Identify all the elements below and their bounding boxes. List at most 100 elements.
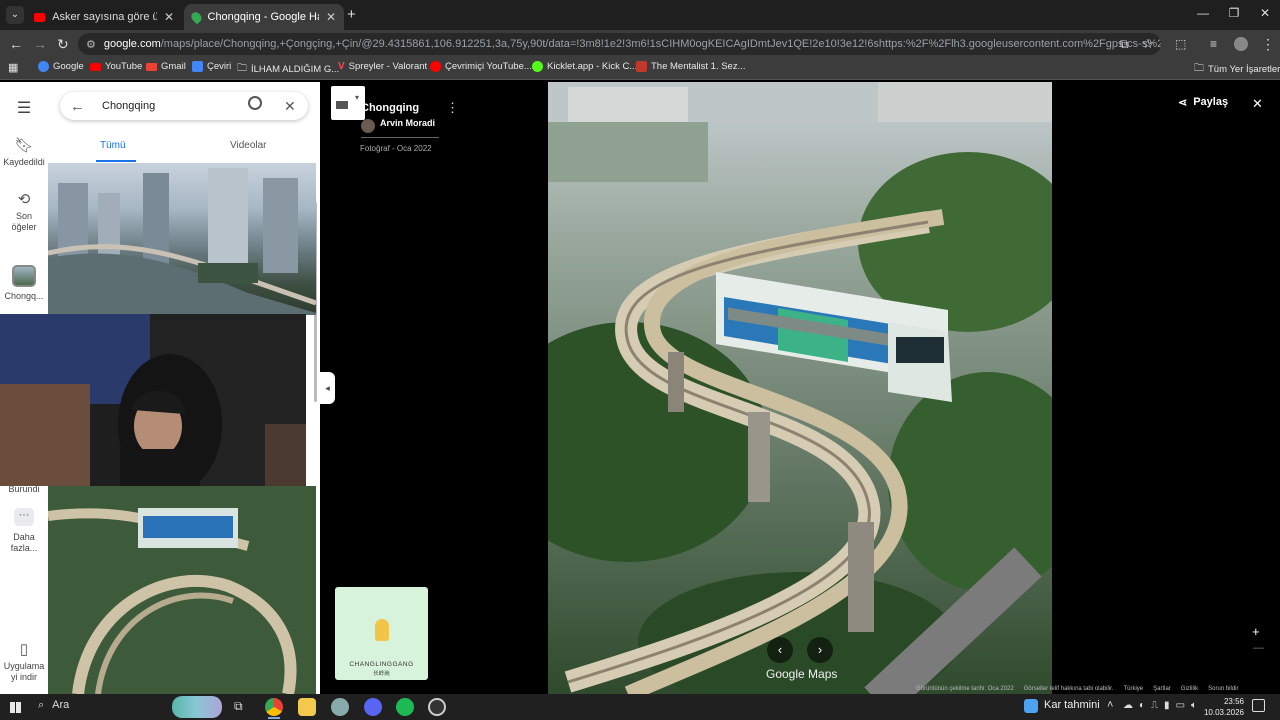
clear-icon[interactable]: ✕ [284, 98, 296, 115]
app-icon[interactable] [331, 698, 349, 716]
obs-icon[interactable] [428, 698, 446, 716]
rail-label: Daha fazla... [10, 532, 38, 553]
windows-start-icon[interactable] [10, 702, 21, 713]
tray-chevron-icon[interactable]: ˄ [1107, 699, 1113, 711]
webcam-scene [0, 314, 306, 486]
file-explorer-icon[interactable] [298, 698, 316, 716]
photo-thumbnail-monorail[interactable] [48, 486, 316, 694]
layer-icon [336, 101, 348, 109]
main-photo[interactable] [548, 82, 1052, 694]
install-app-icon[interactable]: ⧉ [1120, 37, 1129, 52]
url-path: /maps/place/Chongqing,+Çongçing,+Çin/@29… [160, 38, 1161, 50]
extensions-icon[interactable]: ⬚ [1175, 37, 1186, 51]
bookmark-translate[interactable]: Çeviri [192, 61, 231, 72]
tab-all[interactable]: Tümü [100, 140, 126, 151]
restore-icon[interactable]: ❐ [1219, 6, 1249, 20]
url-host: google.com [103, 38, 161, 50]
bookmark-youtube[interactable]: YouTube [90, 61, 142, 72]
zoom-out-button[interactable]: — [1253, 642, 1264, 654]
place-title[interactable]: Chongqing [361, 102, 419, 114]
footer-report[interactable]: Sorun bildir [1208, 686, 1238, 692]
place-thumbnail [12, 265, 36, 287]
rail-place-chongqing[interactable]: Chongq... [0, 265, 48, 301]
rail-recent[interactable]: ⟲ Son öğeler [0, 190, 48, 233]
more-dots-icon: ··· [14, 508, 34, 526]
forward-icon[interactable]: → [33, 36, 47, 52]
tab-google-maps[interactable]: Chongqing - Google Haritalar ✕ [184, 4, 344, 30]
chrome-icon[interactable] [265, 698, 283, 716]
site-info-icon[interactable]: ⚙ [86, 38, 96, 51]
bookmark-youtube-converter[interactable]: Çevrimiçi YouTube... [430, 61, 532, 72]
monorail-photo-art [48, 486, 316, 694]
profile-avatar-icon[interactable] [1234, 37, 1248, 51]
reload-icon[interactable]: ↻ [57, 36, 69, 53]
pegman-place-sub: 长岭岗 [373, 671, 390, 677]
close-viewer-icon[interactable]: ✕ [1252, 96, 1263, 112]
apps-grid-icon[interactable]: ▦ [8, 61, 18, 74]
previous-photo-button[interactable]: ‹ [767, 637, 793, 663]
collapse-panel-tab[interactable]: ◂ [320, 372, 335, 404]
phone-icon: ▯ [19, 641, 29, 658]
bookmark-google[interactable]: Google [38, 61, 84, 72]
gmail-icon [146, 62, 157, 71]
spotify-icon[interactable] [396, 698, 414, 716]
google-icon [38, 61, 49, 72]
maps-pin-favicon-icon [189, 10, 204, 24]
rail-more[interactable]: ··· Daha fazla... [0, 508, 48, 554]
close-tab-icon[interactable]: ✕ [164, 10, 174, 24]
discord-icon[interactable] [364, 698, 382, 716]
url-field[interactable]: ⚙ google.com/maps/place/Chongqing,+Çongç… [78, 33, 1161, 55]
hamburger-menu-icon[interactable]: ☰ [0, 98, 48, 118]
photo-thumbnail-city[interactable] [48, 163, 316, 315]
rail-saved[interactable]: 🔖︎ Kaydedildi [0, 136, 48, 167]
copyright-note: Görseller telif hakkına tabi olabilir. [1023, 686, 1114, 692]
clock-date: 10.03.2026 [1203, 708, 1244, 717]
taskbar-search[interactable]: ⌕ Ara [38, 699, 69, 712]
bookmark-valorant[interactable]: V Spreyler - Valorant [338, 61, 427, 72]
kicklet-icon [532, 61, 543, 72]
share-button[interactable]: ⋖ Paylaş [1178, 96, 1228, 109]
zoom-in-button[interactable]: + [1252, 624, 1260, 639]
folder-icon: 🗀 [1194, 63, 1204, 74]
new-tab-icon[interactable]: + [347, 6, 356, 23]
usb-icon: ⎍ [1151, 700, 1159, 711]
cloud-icon: ☁ [1123, 700, 1133, 711]
tab-youtube[interactable]: Asker sayısına göre ülkeler - Yo ✕ [26, 4, 182, 30]
close-window-icon[interactable]: ✕ [1250, 6, 1280, 20]
search-icon[interactable] [248, 96, 262, 110]
footer-privacy[interactable]: Gizlilik [1181, 686, 1198, 692]
city-photo-art [48, 168, 316, 315]
layer-switcher-button[interactable]: ▾ [331, 86, 365, 120]
youtube-icon [90, 62, 101, 71]
notifications-icon[interactable] [1252, 699, 1265, 712]
bookmark-folder-ilham[interactable]: 🗀 İLHAM ALDIĞIM G... [237, 61, 339, 78]
minimize-icon[interactable]: — [1188, 6, 1218, 20]
media-control-icon[interactable]: ≡ [1210, 37, 1217, 51]
rail-download-app[interactable]: ▯ Uygulama yi indir [0, 640, 48, 683]
bookmark-mentalist[interactable]: The Mentalist 1. Sez... [636, 61, 746, 72]
bookmark-star-icon[interactable]: ☆ [1142, 36, 1154, 52]
bookmark-gmail[interactable]: Gmail [146, 61, 186, 72]
bookmark-kicklet[interactable]: Kicklet.app - Kick C... [532, 61, 637, 72]
footer-country[interactable]: Türkiye [1123, 686, 1143, 692]
volume-icon: 🔈︎ [1191, 700, 1198, 711]
all-bookmarks[interactable]: 🗀 Tüm Yer İşaretleri [1194, 61, 1280, 78]
back-arrow-icon[interactable]: ← [70, 98, 85, 115]
close-tab-icon[interactable]: ✕ [326, 10, 336, 24]
monorail-scene [548, 82, 1052, 694]
search-box[interactable]: ← Chongqing ✕ [60, 92, 308, 120]
back-icon[interactable]: ← [9, 36, 23, 52]
menu-kebab-icon[interactable]: ⋮ [1261, 36, 1275, 53]
more-options-icon[interactable]: ⋮ [446, 100, 459, 116]
tab-list-icon[interactable]: ⌄ [6, 6, 24, 24]
street-view-card[interactable]: CHANGLINGGANG 长岭岗 [335, 587, 428, 680]
footer-terms[interactable]: Şartlar [1153, 686, 1171, 692]
weather-widget[interactable]: Kar tahmini [1024, 699, 1100, 713]
tray-icons[interactable]: ☁ ◐ ⎍ ▮ ▭ 🔈︎ [1123, 700, 1197, 711]
task-view-icon[interactable]: ⧉ [234, 699, 243, 714]
author-name[interactable]: Arvin Moradi [380, 118, 435, 128]
clock[interactable]: 23:56 10.03.2026 [1200, 696, 1244, 718]
next-photo-button[interactable]: › [807, 637, 833, 663]
tab-videos[interactable]: Videolar [230, 140, 267, 151]
search-input[interactable]: Chongqing [102, 100, 155, 112]
